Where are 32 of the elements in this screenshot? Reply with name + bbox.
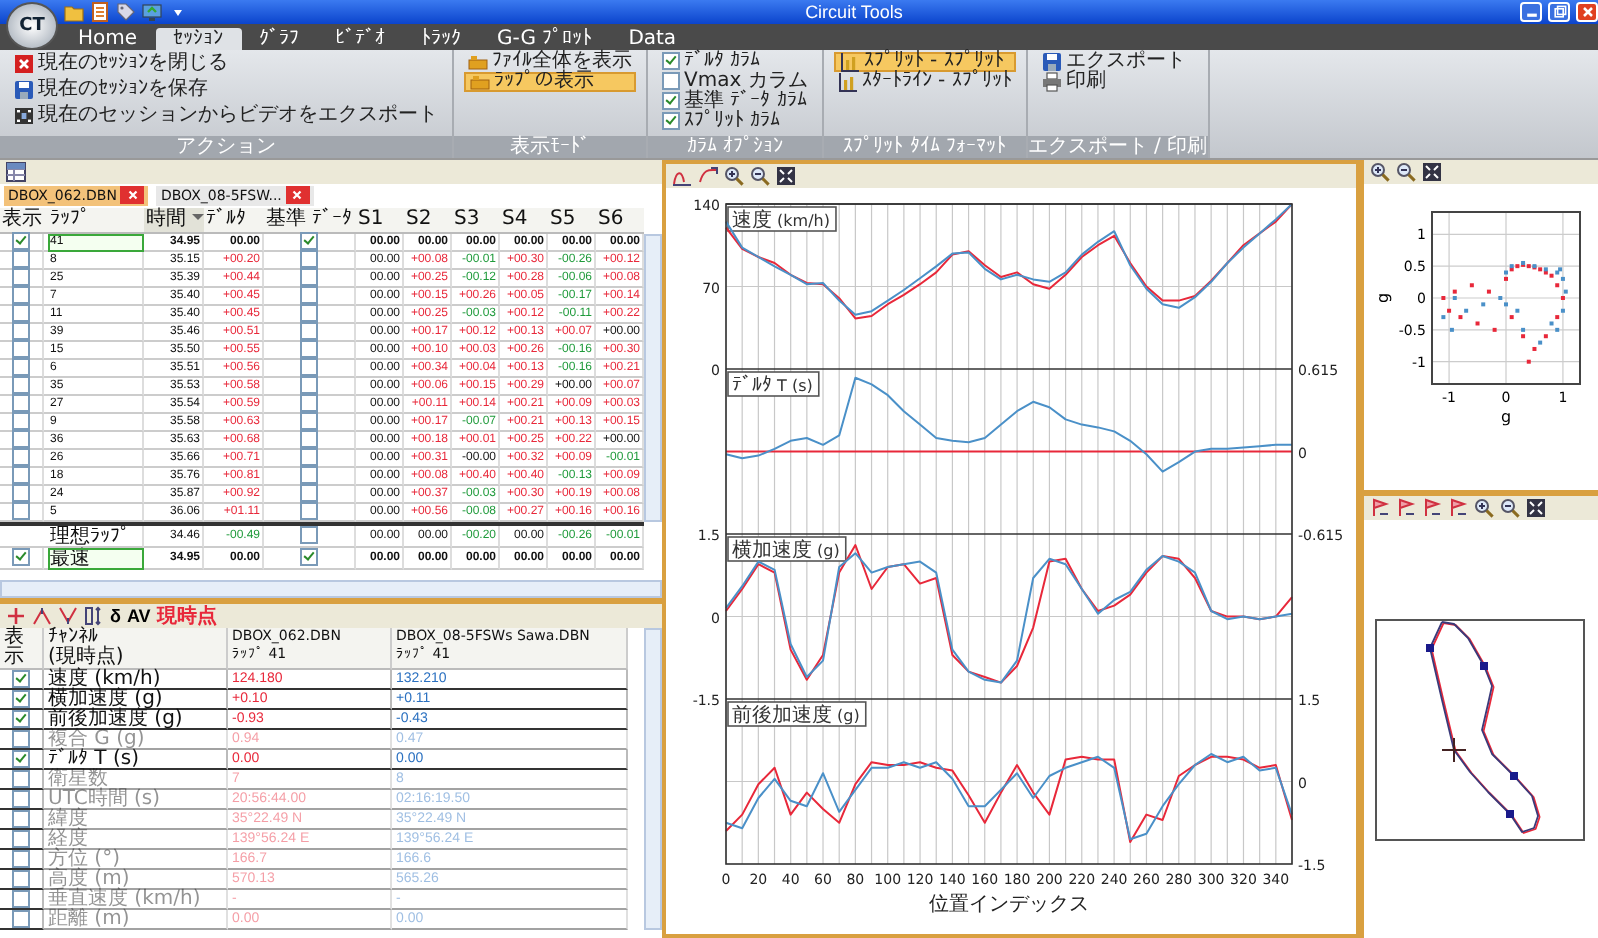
- chart-title: 横加速度 (g): [732, 537, 840, 562]
- table-cell: 高度 (m): [44, 869, 228, 890]
- chart-title: 横加速度 (g): [727, 535, 847, 562]
- table-cell: 衛星数: [44, 769, 228, 790]
- table-cell: 垂直速度 (km/h): [44, 889, 228, 910]
- group-label: エクスポート / 印刷: [1027, 135, 1208, 158]
- app-logo: CT: [6, 2, 58, 50]
- group-label: アクション: [0, 135, 452, 158]
- table-cell: 横加速度 (g): [44, 689, 228, 710]
- chart-title: 速度 (km/h): [727, 205, 837, 232]
- table-cell: 経度: [44, 829, 228, 850]
- table-cell: 速度 (km/h): [44, 669, 228, 690]
- table-cell: UTC時間 (s): [44, 789, 228, 810]
- chart-title: ﾃﾞﾙﾀ T (s): [732, 372, 813, 397]
- chart-title: 前後加速度 (g): [732, 702, 860, 727]
- chart-title: ﾃﾞﾙﾀ T (s): [727, 370, 820, 397]
- table-cell: 前後加速度 (g): [44, 709, 228, 730]
- group-label: ｽﾌﾟﾘｯﾄ ﾀｲﾑ ﾌｫｰﾏｯﾄ: [823, 135, 1026, 158]
- group-label: ｶﾗﾑ ｵﾌﾟｼｮﾝ: [648, 135, 822, 158]
- table-cell: 複合 G (g): [44, 729, 228, 750]
- table-cell: ﾃﾞﾙﾀ T (s): [44, 749, 228, 770]
- axis-title: g: [1374, 292, 1392, 303]
- group-label: 表示ﾓｰﾄﾞ: [454, 135, 646, 158]
- chart-title: 速度 (km/h): [732, 207, 830, 232]
- axis-title: 位置インデックス: [929, 893, 1089, 916]
- table-cell: 緯度: [44, 809, 228, 830]
- toolbar-label: 現時点: [156, 603, 217, 630]
- window-title: Circuit Tools: [803, 1, 905, 22]
- chart-title: 前後加速度 (g): [727, 700, 867, 727]
- table-cell: 距離 (m): [44, 909, 228, 930]
- axis-title: g: [1500, 407, 1512, 426]
- table-cell: 方位 (°): [44, 849, 228, 870]
